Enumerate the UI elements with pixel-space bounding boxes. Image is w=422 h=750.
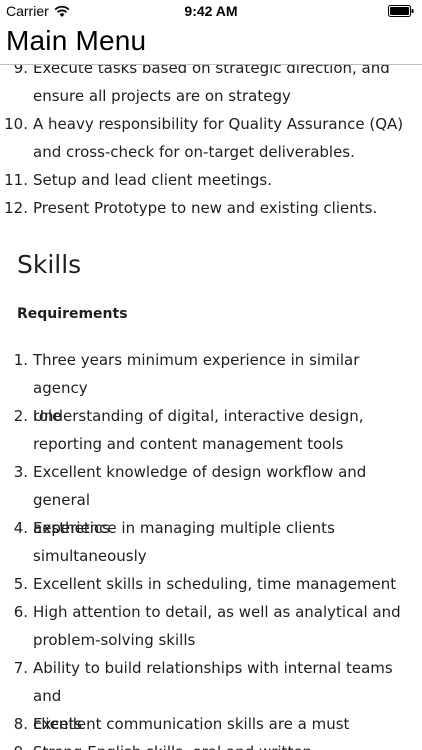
list-item-line: problem-solving skills — [33, 631, 196, 649]
list-item-number: 5. — [13, 575, 28, 593]
scroll-content[interactable]: 9. Execute tasks based on strategic direc… — [0, 0, 422, 750]
list-item-text: Experience in managing multiple clients s… — [33, 514, 413, 570]
list-item-line: Understanding of digital, interactive de… — [33, 407, 364, 425]
list-item-line: reporting and content management tools — [33, 435, 344, 453]
list-item-line: A heavy responsibility for Quality Assur… — [33, 115, 404, 133]
list-item-number: 7. — [13, 659, 28, 677]
list-item-text: Understanding of digital, interactive de… — [33, 402, 413, 458]
list-item-line: Present Prototype to new and existing cl… — [33, 199, 378, 217]
list-item-number: 6. — [13, 603, 28, 621]
list-item-text: Setup and lead client meetings. — [33, 166, 413, 194]
list-item-line: Setup and lead client meetings. — [33, 171, 272, 189]
list-item-line: ensure all projects are on strategy — [33, 87, 291, 105]
list-item-text: Strong English skills, oral and written — [33, 738, 413, 750]
list-item-text: Present Prototype to new and existing cl… — [33, 194, 413, 222]
requirements-heading: Requirements — [17, 306, 128, 322]
list-item-line: Ability to build relationships with inte… — [33, 659, 393, 705]
list-item-line: Three years minimum experience in simila… — [33, 351, 360, 397]
list-item-line: Excellent knowledge of design workflow a… — [33, 463, 367, 509]
list-item-line: simultaneously — [33, 547, 147, 565]
section-title-skills: Skills — [17, 250, 82, 279]
list-item-line: Strong English skills, oral and written — [33, 738, 413, 750]
page-title: Main Menu — [6, 25, 147, 56]
list-item-text: A heavy responsibility for Quality Assur… — [33, 110, 413, 166]
list-item-number: 10. — [4, 115, 28, 133]
list-item-line: Experience in managing multiple clients — [33, 519, 335, 537]
list-item-number: 2. — [13, 407, 28, 425]
list-item-number: 3. — [13, 463, 28, 481]
navigation-bar: Main Menu — [0, 24, 422, 65]
list-item-number: 11. — [4, 171, 28, 189]
list-item-number: 8. — [13, 715, 28, 733]
list-item-number: 4. — [13, 519, 28, 537]
list-item-line: and cross-check for on-target deliverabl… — [33, 143, 355, 161]
list-item-number: 12. — [4, 199, 28, 217]
list-item-line: Excellent communication skills are a mus… — [33, 715, 350, 733]
list-item-line: Excellent skills in scheduling, time man… — [33, 575, 397, 593]
list-item-line: High attention to detail, as well as ana… — [33, 603, 401, 621]
list-item-number: 1. — [13, 351, 28, 369]
list-item-text: Excellent communication skills are a mus… — [33, 710, 413, 738]
list-item-text: High attention to detail, as well as ana… — [33, 598, 413, 654]
list-item-number: 9. — [0, 738, 28, 750]
list-item-text: Excellent skills in scheduling, time man… — [33, 570, 413, 598]
